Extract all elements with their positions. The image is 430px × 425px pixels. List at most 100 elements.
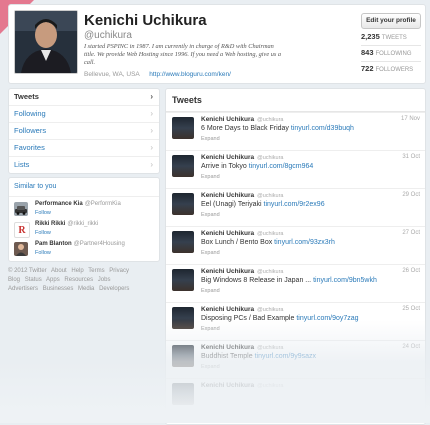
tweet-item[interactable]: Kenichi Uchikura @uchikura 29 Oct Eel (Un… bbox=[166, 188, 425, 226]
footer-link[interactable]: Privacy bbox=[109, 268, 129, 274]
tweet-item[interactable]: Kenichi Uchikura @uchikura 26 Oct Big Win… bbox=[166, 264, 425, 302]
footer-link[interactable]: Businesses bbox=[43, 286, 74, 292]
tweet-date[interactable]: 24 Oct bbox=[402, 344, 420, 350]
tweet-expand-link[interactable]: Expand bbox=[201, 326, 220, 332]
tweet-avatar[interactable] bbox=[172, 231, 194, 253]
footer-copyright: © 2012 Twitter bbox=[8, 268, 47, 274]
tweet-author[interactable]: Kenichi Uchikura @uchikura bbox=[201, 192, 283, 199]
tweet-handle: @uchikura bbox=[257, 155, 284, 161]
nav-item-label: Tweets bbox=[14, 92, 39, 101]
tweet-link[interactable]: tinyurl.com/8gcm964 bbox=[249, 163, 314, 170]
tweet-expand-link[interactable]: Expand bbox=[201, 136, 220, 142]
tweet-link[interactable]: tinyurl.com/d39buqh bbox=[291, 125, 354, 132]
svg-text:R: R bbox=[18, 225, 26, 236]
suggested-user[interactable]: Performance Kia @PerformKia Follow bbox=[14, 200, 154, 218]
tweet-author[interactable]: Kenichi Uchikura @uchikura bbox=[201, 116, 283, 123]
nav-item-label: Following bbox=[14, 109, 46, 118]
nav-item-following[interactable]: Following › bbox=[9, 105, 159, 122]
stat-tweets-value: 2,235 bbox=[361, 32, 380, 41]
stat-following[interactable]: 843 FOLLOWING bbox=[361, 48, 412, 57]
tweet-expand-link[interactable]: Expand bbox=[201, 212, 220, 218]
tweet-avatar[interactable] bbox=[172, 117, 194, 139]
chevron-right-icon: › bbox=[150, 126, 153, 135]
follow-button[interactable]: Follow bbox=[35, 250, 51, 256]
profile-avatar[interactable] bbox=[14, 10, 78, 74]
follow-button[interactable]: Follow bbox=[35, 210, 51, 216]
tweet-avatar[interactable] bbox=[172, 345, 194, 367]
nav-item-followers[interactable]: Followers › bbox=[9, 122, 159, 139]
tweet-item[interactable]: Kenichi Uchikura @uchikura 17 Nov 6 More … bbox=[166, 112, 425, 150]
tweet-item[interactable]: Kenichi Uchikura @uchikura 31 Oct Arrive … bbox=[166, 150, 425, 188]
tweet-handle: @uchikura bbox=[257, 345, 284, 351]
stat-following-value: 843 bbox=[361, 48, 374, 57]
tweet-avatar[interactable] bbox=[172, 155, 194, 177]
similar-users-heading[interactable]: Similar to you bbox=[9, 178, 159, 197]
tweet-link[interactable]: tinyurl.com/9y9sazx bbox=[255, 353, 316, 360]
nav-item-tweets[interactable]: Tweets › bbox=[9, 89, 159, 105]
tweet-date[interactable]: 17 Nov bbox=[401, 116, 420, 122]
tweet-link[interactable]: tinyurl.com/9r2ex96 bbox=[264, 201, 325, 208]
nav-item-favorites[interactable]: Favorites › bbox=[9, 139, 159, 156]
nav-item-label: Lists bbox=[14, 160, 30, 169]
tweet-author[interactable]: Kenichi Uchikura @uchikura bbox=[201, 306, 283, 313]
tweet-date[interactable]: 29 Oct bbox=[402, 192, 420, 198]
footer-link[interactable]: Jobs bbox=[98, 277, 111, 283]
chevron-right-icon: › bbox=[150, 160, 153, 169]
tweet-author[interactable]: Kenichi Uchikura @uchikura bbox=[201, 154, 283, 161]
tweet-link[interactable]: tinyurl.com/9oy7zag bbox=[296, 315, 358, 322]
tweet-timeline: Tweets Kenichi Uchikura @uchikura 17 Nov … bbox=[165, 88, 426, 425]
footer-link[interactable]: Terms bbox=[88, 268, 104, 274]
tweet-item[interactable]: Kenichi Uchikura @uchikura 27 Oct Box Lun… bbox=[166, 226, 425, 264]
footer-link[interactable]: About bbox=[51, 268, 67, 274]
tweet-author[interactable]: Kenichi Uchikura @uchikura bbox=[201, 382, 283, 389]
similar-users-module: Similar to you Performance Kia @PerformKi… bbox=[8, 177, 160, 262]
stat-followers[interactable]: 722 FOLLOWERS bbox=[361, 64, 413, 73]
tweet-item[interactable]: Kenichi Uchikura @uchikura 25 Oct Disposi… bbox=[166, 302, 425, 340]
tweet-text: Eel (Unagi) Teriyaki tinyurl.com/9r2ex96 bbox=[201, 201, 325, 208]
dashboard-nav: Tweets › Following › Followers › Favorit… bbox=[8, 88, 160, 174]
footer-link[interactable]: Developers bbox=[99, 286, 129, 292]
tweet-avatar[interactable] bbox=[172, 193, 194, 215]
tweet-link[interactable]: tinyurl.com/9bn5wkh bbox=[313, 277, 377, 284]
edit-profile-button[interactable]: Edit your profile bbox=[361, 13, 421, 29]
stat-divider bbox=[361, 45, 421, 46]
tweet-author[interactable]: Kenichi Uchikura @uchikura bbox=[201, 268, 283, 275]
profile-website-link[interactable]: http://www.bloguru.com/ken/ bbox=[149, 71, 231, 78]
footer-link[interactable]: Blog bbox=[8, 277, 20, 283]
tweet-expand-link[interactable]: Expand bbox=[201, 174, 220, 180]
tweet-text: 6 More Days to Black Friday tinyurl.com/… bbox=[201, 125, 354, 132]
tweet-expand-link[interactable]: Expand bbox=[201, 364, 220, 370]
nav-item-lists[interactable]: Lists › bbox=[9, 156, 159, 173]
tweet-date[interactable]: 25 Oct bbox=[402, 306, 420, 312]
chevron-right-icon: › bbox=[150, 92, 153, 101]
tweet-text: Box Lunch / Bento Box tinyurl.com/93zx3r… bbox=[201, 239, 335, 246]
stat-followers-value: 722 bbox=[361, 64, 374, 73]
footer-link[interactable]: Advertisers bbox=[8, 286, 38, 292]
tweet-link[interactable]: tinyurl.com/93zx3rh bbox=[274, 239, 335, 246]
tweet-item[interactable]: Kenichi Uchikura @uchikura 24 Oct Buddhis… bbox=[166, 340, 425, 378]
footer-link[interactable]: Status bbox=[25, 277, 42, 283]
suggested-user-handle: @rikki_rikki bbox=[67, 221, 99, 227]
footer-link[interactable]: Media bbox=[78, 286, 94, 292]
tweet-expand-link[interactable]: Expand bbox=[201, 250, 220, 256]
footer-link[interactable]: Resources bbox=[64, 277, 93, 283]
stat-tweets[interactable]: 2,235 TWEETS bbox=[361, 32, 407, 41]
tweet-avatar[interactable] bbox=[172, 269, 194, 291]
tweet-item[interactable]: Kenichi Uchikura @uchikura bbox=[166, 378, 425, 416]
tweet-author[interactable]: Kenichi Uchikura @uchikura bbox=[201, 344, 283, 351]
footer-link[interactable]: Help bbox=[71, 268, 83, 274]
profile-bio: I started PSPINC in 1987. I am currently… bbox=[84, 43, 282, 66]
suggested-user[interactable]: R Rikki Rikki @rikki_rikki Follow bbox=[14, 220, 154, 238]
suggested-user-name: Performance Kia @PerformKia bbox=[35, 201, 121, 207]
follow-button[interactable]: Follow bbox=[35, 230, 51, 236]
tweet-expand-link[interactable]: Expand bbox=[201, 288, 220, 294]
tweet-author[interactable]: Kenichi Uchikura @uchikura bbox=[201, 230, 283, 237]
suggested-user[interactable]: Pam Blanton @Partner4Housing Follow bbox=[14, 240, 154, 258]
tweet-date[interactable]: 26 Oct bbox=[402, 268, 420, 274]
tweet-avatar[interactable] bbox=[172, 307, 194, 329]
tweet-avatar[interactable] bbox=[172, 383, 194, 405]
tweet-date[interactable]: 27 Oct bbox=[402, 230, 420, 236]
stat-tweets-label: TWEETS bbox=[381, 35, 407, 41]
tweet-date[interactable]: 31 Oct bbox=[402, 154, 420, 160]
footer-link[interactable]: Apps bbox=[46, 277, 60, 283]
